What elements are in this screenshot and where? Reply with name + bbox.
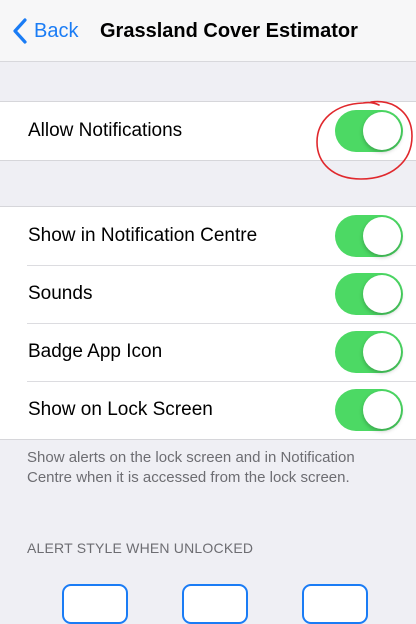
back-button-label: Back [34,19,79,42]
setting-row-sounds: Sounds [0,265,416,323]
notification-options-group: Show in Notification Centre Sounds Badge… [0,206,416,440]
red-annotation-circle [316,100,413,180]
toggle-knob [363,391,401,429]
setting-row-lock-screen: Show on Lock Screen [0,381,416,439]
allow-notifications-label: Allow Notifications [28,120,183,141]
setting-row-badge: Badge App Icon [0,323,416,381]
setting-row-notification-centre: Show in Notification Centre [0,207,416,265]
setting-label: Sounds [28,283,93,304]
setting-label: Show on Lock Screen [28,399,213,420]
toggle-knob [363,275,401,313]
alert-style-option-none[interactable] [62,584,128,624]
chevron-left-icon [13,18,27,44]
lock-screen-toggle[interactable] [335,389,403,431]
alert-style-option-banners[interactable] [182,584,248,624]
back-button[interactable]: Back [12,14,78,48]
badge-app-icon-toggle[interactable] [335,331,403,373]
setting-label: Show in Notification Centre [28,225,258,246]
notification-centre-toggle[interactable] [335,215,403,257]
page-title: Grassland Cover Estimator [100,20,358,42]
setting-label: Badge App Icon [28,341,163,362]
toggle-knob [363,217,401,255]
toggle-knob [363,333,401,371]
alert-style-option-alerts[interactable] [302,584,368,624]
alert-style-header: ALERT STYLE WHEN UNLOCKED [27,540,254,556]
navigation-bar: Back Grassland Cover Estimator [0,0,416,62]
sounds-toggle[interactable] [335,273,403,315]
lock-screen-footnote: Show alerts on the lock screen and in No… [27,449,355,486]
